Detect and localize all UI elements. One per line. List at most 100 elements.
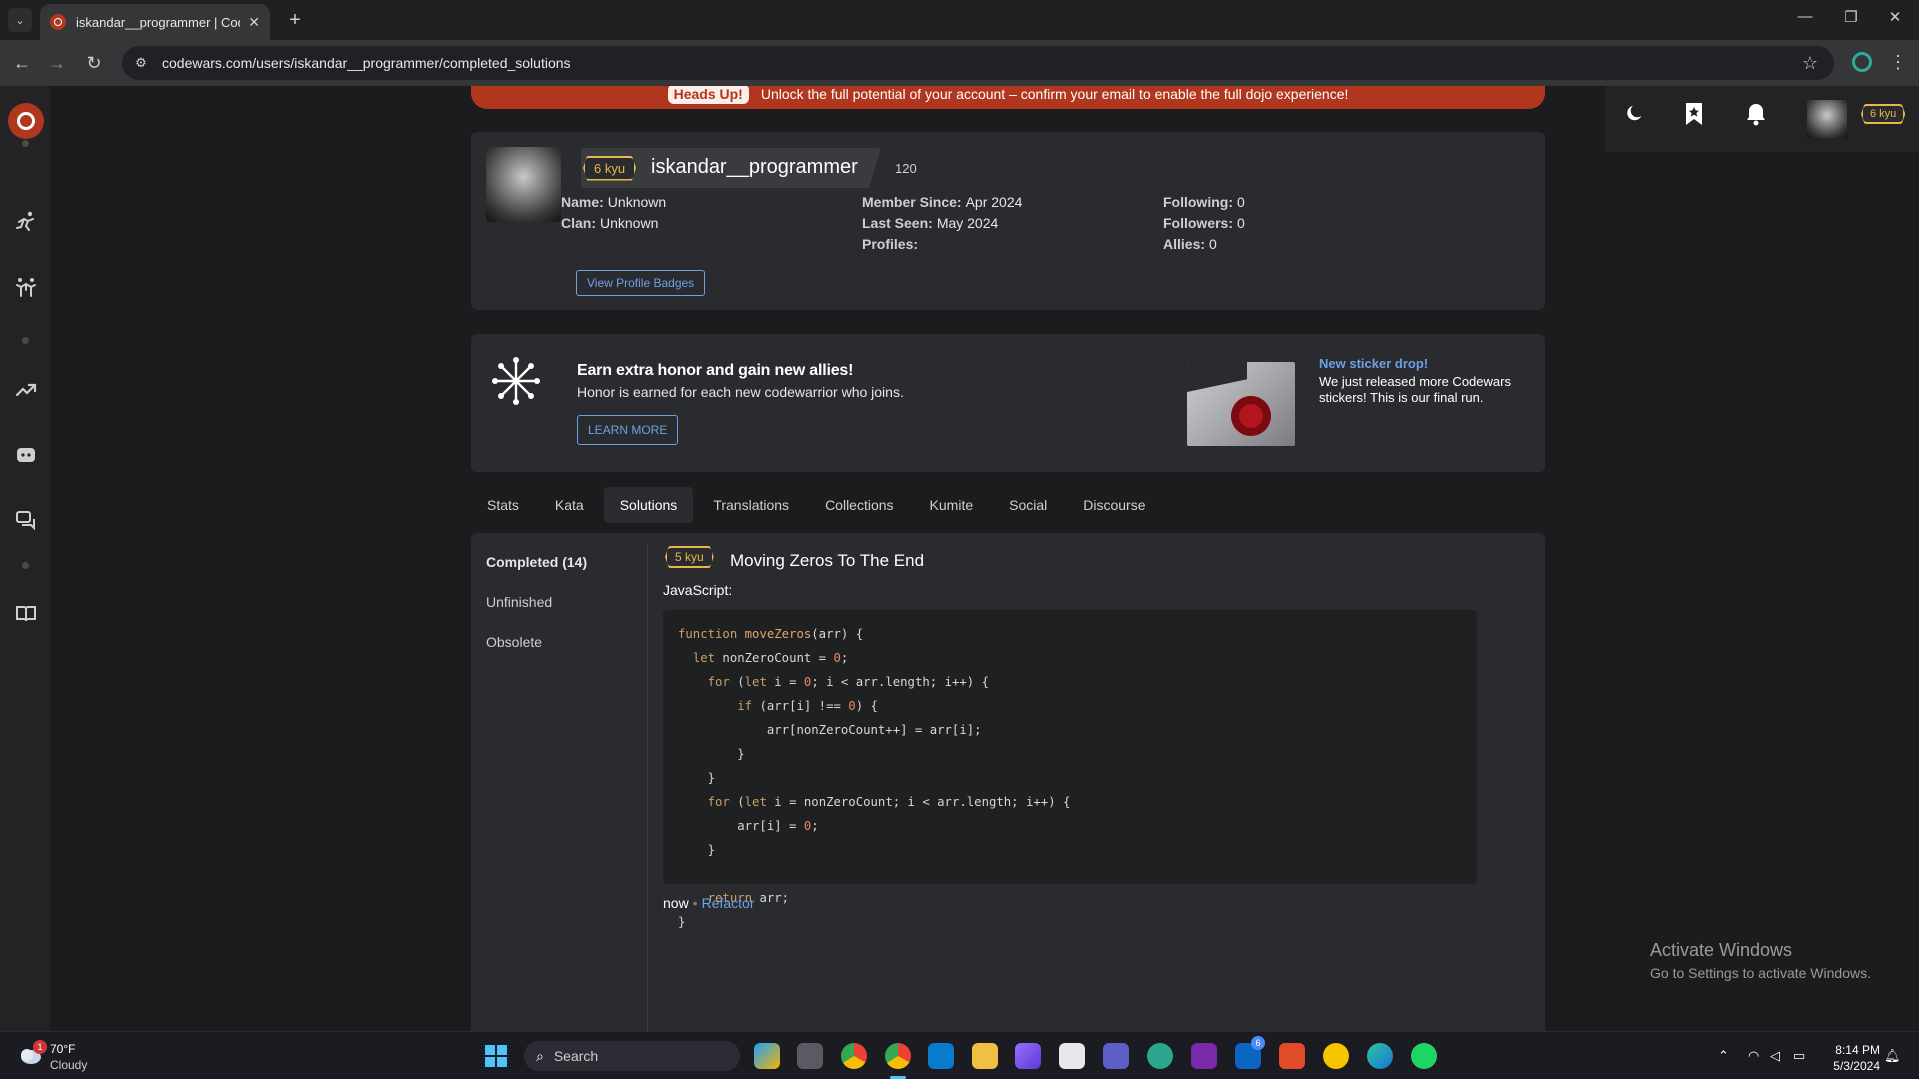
- notification-center-icon[interactable]: 🔔︎: [1884, 1048, 1901, 1064]
- docs-book-icon[interactable]: [12, 600, 40, 628]
- solution-meta: now • Refactor: [663, 895, 755, 911]
- promo-text: Honor is earned for each new codewarrior…: [577, 384, 904, 400]
- edge-app-icon[interactable]: [1367, 1043, 1393, 1069]
- last-seen-info: Last Seen: May 2024: [862, 215, 999, 231]
- bookmark-icon[interactable]: [1681, 100, 1707, 128]
- chatgpt-app-icon[interactable]: [1147, 1043, 1173, 1069]
- sticker-text: We just released more Codewars stickers!…: [1319, 374, 1511, 405]
- search-icon: ⌕: [536, 1047, 544, 1064]
- code-line: function moveZeros(arr) {: [678, 627, 864, 641]
- pen-app-icon[interactable]: [1015, 1043, 1041, 1069]
- discord-icon[interactable]: [12, 441, 40, 469]
- filter-completed[interactable]: Completed (14): [486, 554, 587, 570]
- sticker-title[interactable]: New sticker drop!: [1319, 356, 1428, 371]
- reload-button[interactable]: ↻: [82, 51, 106, 75]
- minimize-button[interactable]: —: [1790, 8, 1820, 25]
- sticker-promo-card[interactable]: New sticker drop! We just released more …: [1159, 334, 1545, 472]
- filter-obsolete[interactable]: Obsolete: [486, 634, 542, 650]
- restore-button[interactable]: ❐: [1836, 8, 1866, 26]
- browser-tab[interactable]: iskandar__programmer | Codew ✕: [40, 4, 270, 40]
- header-avatar[interactable]: [1807, 100, 1847, 138]
- solution-language: JavaScript:: [663, 582, 733, 598]
- main-content: Heads Up! Unlock the full potential of y…: [50, 86, 1919, 1031]
- url-field[interactable]: ⚙ codewars.com/users/iskandar__programme…: [122, 46, 1834, 80]
- discussions-icon[interactable]: [12, 506, 40, 534]
- code-line: for (let i = nonZeroCount; i < arr.lengt…: [707, 795, 1071, 809]
- tab-search-button[interactable]: ⌄: [8, 8, 32, 32]
- clan-info: Clan: Unknown: [561, 215, 659, 231]
- tab-translations[interactable]: Translations: [697, 487, 805, 523]
- spotify-app-icon[interactable]: [1411, 1043, 1437, 1069]
- tab-kata[interactable]: Kata: [539, 487, 600, 523]
- tab-social[interactable]: Social: [993, 487, 1063, 523]
- forward-button[interactable]: →: [45, 51, 69, 75]
- site-info-icon[interactable]: ⚙: [132, 54, 150, 72]
- new-tab-button[interactable]: +: [283, 8, 307, 32]
- url-text: codewars.com/users/iskandar__programmer/…: [162, 55, 571, 71]
- chrome-app-icon[interactable]: [841, 1043, 867, 1069]
- email-confirm-banner[interactable]: Heads Up! Unlock the full potential of y…: [471, 86, 1545, 109]
- followers-info[interactable]: Followers: 0: [1163, 215, 1245, 231]
- sparkle-burst-icon: [491, 356, 541, 406]
- close-window-button[interactable]: ✕: [1880, 8, 1910, 26]
- linkedin-badge: 6: [1251, 1036, 1265, 1050]
- vscode-app-icon[interactable]: [928, 1043, 954, 1069]
- kumite-icon[interactable]: [12, 274, 40, 302]
- sidebar-dot: [22, 337, 29, 344]
- tab-collections[interactable]: Collections: [809, 487, 909, 523]
- kata-title-link[interactable]: Moving Zeros To The End: [730, 551, 924, 571]
- taskbar-clock[interactable]: 8:14 PM 5/3/2024: [1826, 1042, 1880, 1074]
- code-line: arr[nonZeroCount++] = arr[i];: [678, 723, 982, 737]
- profile-avatar: [486, 147, 561, 222]
- tab-stats[interactable]: Stats: [471, 487, 535, 523]
- practice-icon[interactable]: [12, 208, 40, 236]
- following-info[interactable]: Following: 0: [1163, 194, 1245, 210]
- weather-alert-badge: 1: [33, 1040, 47, 1054]
- wifi-icon[interactable]: ◠: [1748, 1048, 1759, 1064]
- brave-app-icon[interactable]: [1279, 1043, 1305, 1069]
- copilot-app-icon[interactable]: [754, 1043, 780, 1069]
- yellow-app-icon[interactable]: [1323, 1043, 1349, 1069]
- allies-info[interactable]: Allies: 0: [1163, 236, 1217, 252]
- browser-menu-icon[interactable]: ⋮: [1889, 52, 1907, 73]
- codewars-logo-icon[interactable]: [8, 103, 44, 139]
- leaderboards-icon[interactable]: [12, 376, 40, 404]
- tab-discourse[interactable]: Discourse: [1067, 487, 1161, 523]
- notifications-bell-icon[interactable]: [1743, 100, 1769, 128]
- user-header-cluster: 6 kyu 120: [1605, 86, 1919, 152]
- code-line: }: [678, 915, 686, 929]
- taskbar-search[interactable]: ⌕ Search: [524, 1041, 740, 1071]
- view-profile-badges-button[interactable]: View Profile Badges: [576, 270, 706, 296]
- chrome-active-app-icon[interactable]: [885, 1043, 911, 1069]
- tray-chevron-icon[interactable]: ⌃: [1718, 1048, 1729, 1064]
- extension-icon[interactable]: [1852, 52, 1872, 72]
- ms-store-icon[interactable]: [1059, 1043, 1085, 1069]
- file-explorer-icon[interactable]: [972, 1043, 998, 1069]
- tab-title: iskandar__programmer | Codew: [76, 14, 240, 30]
- member-since-info: Member Since: Apr 2024: [862, 194, 1023, 210]
- weather-condition: Cloudy: [50, 1058, 88, 1072]
- task-view-icon[interactable]: [797, 1043, 823, 1069]
- sidebar-dot: [22, 140, 29, 147]
- refactor-link[interactable]: Refactor: [702, 895, 755, 911]
- back-button[interactable]: ←: [10, 51, 34, 75]
- solutions-panel: Completed (14) Unfinished Obsolete 5 kyu…: [471, 533, 1545, 1031]
- bookmark-star-icon[interactable]: ☆: [1802, 53, 1818, 74]
- sidebar-dot: [22, 562, 29, 569]
- battery-icon[interactable]: ▭: [1793, 1048, 1805, 1064]
- close-tab-icon[interactable]: ✕: [248, 14, 260, 31]
- windows-start-icon[interactable]: [485, 1045, 507, 1067]
- dark-mode-moon-icon[interactable]: [1621, 100, 1647, 128]
- learn-more-button[interactable]: LEARN MORE: [577, 415, 679, 445]
- purple-app-icon[interactable]: [1191, 1043, 1217, 1069]
- tab-solutions[interactable]: Solutions: [603, 487, 694, 523]
- codewars-favicon-icon: [50, 14, 66, 30]
- volume-icon[interactable]: ◁: [1770, 1048, 1780, 1064]
- referral-promo-card: Earn extra honor and gain new allies! Ho…: [471, 334, 1171, 472]
- tab-kumite[interactable]: Kumite: [914, 487, 990, 523]
- windows-taskbar: 1 70°F Cloudy ⌕ Search 6 ⌃ ◠ ◁ ▭ 8:14 PM…: [0, 1031, 1919, 1079]
- teams-app-icon[interactable]: [1103, 1043, 1129, 1069]
- filter-unfinished[interactable]: Unfinished: [486, 594, 552, 610]
- code-line: arr[i] = 0;: [678, 819, 819, 833]
- profiles-info: Profiles:: [862, 236, 919, 252]
